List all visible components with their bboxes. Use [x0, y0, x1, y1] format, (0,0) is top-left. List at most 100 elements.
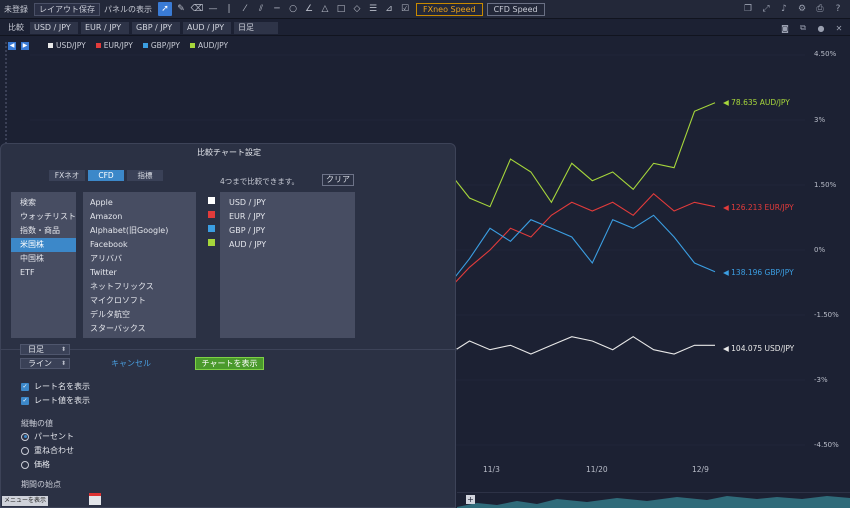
tab-cfd[interactable]: CFD — [88, 170, 124, 181]
bell-icon[interactable]: ♪ — [776, 2, 792, 16]
category-item-etf[interactable]: ETF — [11, 266, 76, 280]
selected-item[interactable]: USD / JPY — [220, 196, 355, 210]
color-swatch-eur[interactable] — [208, 211, 215, 218]
compare-slot-1[interactable]: USD / JPY — [30, 21, 78, 34]
symbol-item[interactable]: ネットフリックス — [83, 280, 196, 294]
radio-percent[interactable]: パーセント — [21, 431, 74, 442]
category-item-watchlist[interactable]: ウォッチリスト — [11, 210, 76, 224]
angle-icon[interactable]: ∠ — [302, 2, 316, 16]
expand-icon[interactable]: ⤢ — [758, 2, 774, 16]
symbol-item[interactable]: Apple — [83, 196, 196, 210]
panel-toggle-icon[interactable]: ◀ — [8, 42, 16, 50]
checkbox-label: レート値を表示 — [34, 396, 90, 405]
checkmark-icon: ✓ — [21, 396, 29, 405]
category-list: 検索 ウォッチリスト 指数・商品 米国株 中国株 ETF — [11, 192, 76, 338]
trend-line-icon[interactable]: ⁄ — [238, 2, 252, 16]
radio-price[interactable]: 価格 — [21, 459, 50, 470]
symbol-item[interactable]: アリババ — [83, 252, 196, 266]
cancel-button[interactable]: キャンセル — [111, 358, 151, 369]
eraser-icon[interactable]: ⌫ — [190, 2, 204, 16]
cfd-speed-button[interactable]: CFD Speed — [486, 2, 545, 16]
tab-indicators[interactable]: 指標 — [127, 170, 163, 181]
diamond-icon[interactable]: ◇ — [350, 2, 364, 16]
pencil-icon[interactable]: ✎ — [174, 2, 188, 16]
y-axis-section-label: 縦軸の値 — [21, 419, 53, 428]
add-icon[interactable]: + — [466, 495, 475, 504]
radio-label: パーセント — [34, 432, 74, 441]
dialog-tabs: FXネオ CFD 指標 — [49, 170, 166, 181]
checkmark-icon: ✓ — [21, 382, 29, 391]
parallel-lines-icon[interactable]: ⫽ — [254, 2, 268, 16]
end-label-eur: ◀ 126.213 EUR/JPY — [723, 203, 794, 212]
gear-icon[interactable]: ⚙ — [794, 2, 810, 16]
compare-bar: 比較 USD / JPY EUR / JPY GBP / JPY AUD / J… — [0, 20, 850, 36]
y-tick: 3% — [814, 116, 826, 124]
symbol-item[interactable]: Amazon — [83, 210, 196, 224]
expand-toggle-icon[interactable]: ▶ — [21, 42, 29, 50]
compare-slot-3[interactable]: GBP / JPY — [132, 21, 180, 34]
show-rate-value-checkbox[interactable]: ✓ レート値を表示 — [21, 395, 90, 406]
compare-slot-2[interactable]: EUR / JPY — [81, 21, 129, 34]
horizontal-line-icon[interactable]: — — [206, 2, 220, 16]
updown-arrow-icon: ⬍ — [60, 346, 66, 353]
copy-icon[interactable]: ❐ — [740, 2, 756, 16]
symbol-list: Apple Amazon Alphabet(旧Google) Facebook … — [83, 192, 196, 338]
rectangle-icon[interactable]: □ — [334, 2, 348, 16]
symbol-item[interactable]: マイクロソフト — [83, 294, 196, 308]
radio-overlay[interactable]: 重ね合わせ — [21, 445, 74, 456]
symbol-item[interactable]: Alphabet(旧Google) — [83, 224, 196, 238]
selected-item[interactable]: AUD / JPY — [220, 238, 355, 252]
category-item-index[interactable]: 指数・商品 — [11, 224, 76, 238]
fibonacci-icon[interactable]: ☰ — [366, 2, 380, 16]
circle-icon[interactable]: ○ — [286, 2, 300, 16]
calendar-icon[interactable] — [89, 493, 101, 505]
cursor-icon[interactable]: ➚ — [158, 2, 172, 16]
symbol-item[interactable]: Twitter — [83, 266, 196, 280]
legend-item-gbp: GBP/JPY — [142, 41, 180, 50]
navigator-bar[interactable] — [457, 492, 850, 508]
vertical-line-icon[interactable]: | — [222, 2, 236, 16]
fan-icon[interactable]: ⊿ — [382, 2, 396, 16]
fxneo-speed-button[interactable]: FXneo Speed — [416, 2, 483, 16]
category-item-search[interactable]: 検索 — [11, 196, 76, 210]
app-window: 未登録 レイアウト保存 パネルの表示 ➚ ✎ ⌫ — | ⁄ ⫽ ─ ○ ∠ △… — [0, 0, 850, 508]
selected-item[interactable]: EUR / JPY — [220, 210, 355, 224]
triangle-icon[interactable]: △ — [318, 2, 332, 16]
symbol-item[interactable]: Facebook — [83, 238, 196, 252]
check-icon[interactable]: ☑ — [398, 2, 412, 16]
color-swatch-aud[interactable] — [208, 239, 215, 246]
chart-style-select[interactable]: ライン ⬍ — [20, 358, 70, 369]
color-swatch-usd[interactable] — [208, 197, 215, 204]
selected-list: USD / JPY EUR / JPY GBP / JPY AUD / JPY — [220, 192, 355, 338]
symbol-item[interactable]: スターバックス — [83, 322, 196, 336]
panel-display-button[interactable]: パネルの表示 — [100, 4, 156, 15]
radio-icon — [21, 432, 29, 441]
color-swatch-gbp[interactable] — [208, 225, 215, 232]
y-tick: 1.50% — [814, 181, 837, 189]
compare-label: 比較 — [8, 23, 24, 32]
category-item-china-stocks[interactable]: 中国株 — [11, 252, 76, 266]
tab-fxneo[interactable]: FXネオ — [49, 170, 85, 181]
save-layout-button[interactable]: レイアウト保存 — [34, 2, 100, 16]
period-select[interactable]: 日足 ⬍ — [20, 344, 70, 355]
selected-item[interactable]: GBP / JPY — [220, 224, 355, 238]
show-menu-button[interactable]: メニューを表示 — [2, 496, 48, 506]
category-item-us-stocks[interactable]: 米国株 — [11, 238, 76, 252]
camera-icon[interactable]: ◙ — [778, 22, 792, 34]
print-icon[interactable]: ⎙ — [812, 2, 828, 16]
window-icon[interactable]: ⧉ — [796, 22, 810, 34]
minimize-icon[interactable]: ● — [814, 22, 828, 34]
show-chart-button[interactable]: チャートを表示 — [195, 357, 264, 370]
symbol-item[interactable]: デルタ航空 — [83, 308, 196, 322]
legend-swatch — [142, 43, 148, 48]
dialog-title: 比較チャート設定 — [197, 148, 261, 157]
clear-button[interactable]: クリア — [322, 174, 354, 186]
layout-name: 未登録 — [4, 4, 28, 14]
ray-icon[interactable]: ─ — [270, 2, 284, 16]
legend-label: USD/JPY — [56, 41, 86, 50]
compare-slot-4[interactable]: AUD / JPY — [183, 21, 231, 34]
show-rate-name-checkbox[interactable]: ✓ レート名を表示 — [21, 381, 90, 392]
period-slot[interactable]: 日足 — [234, 21, 278, 34]
help-icon[interactable]: ? — [830, 2, 846, 16]
close-icon[interactable]: ✕ — [832, 22, 846, 34]
